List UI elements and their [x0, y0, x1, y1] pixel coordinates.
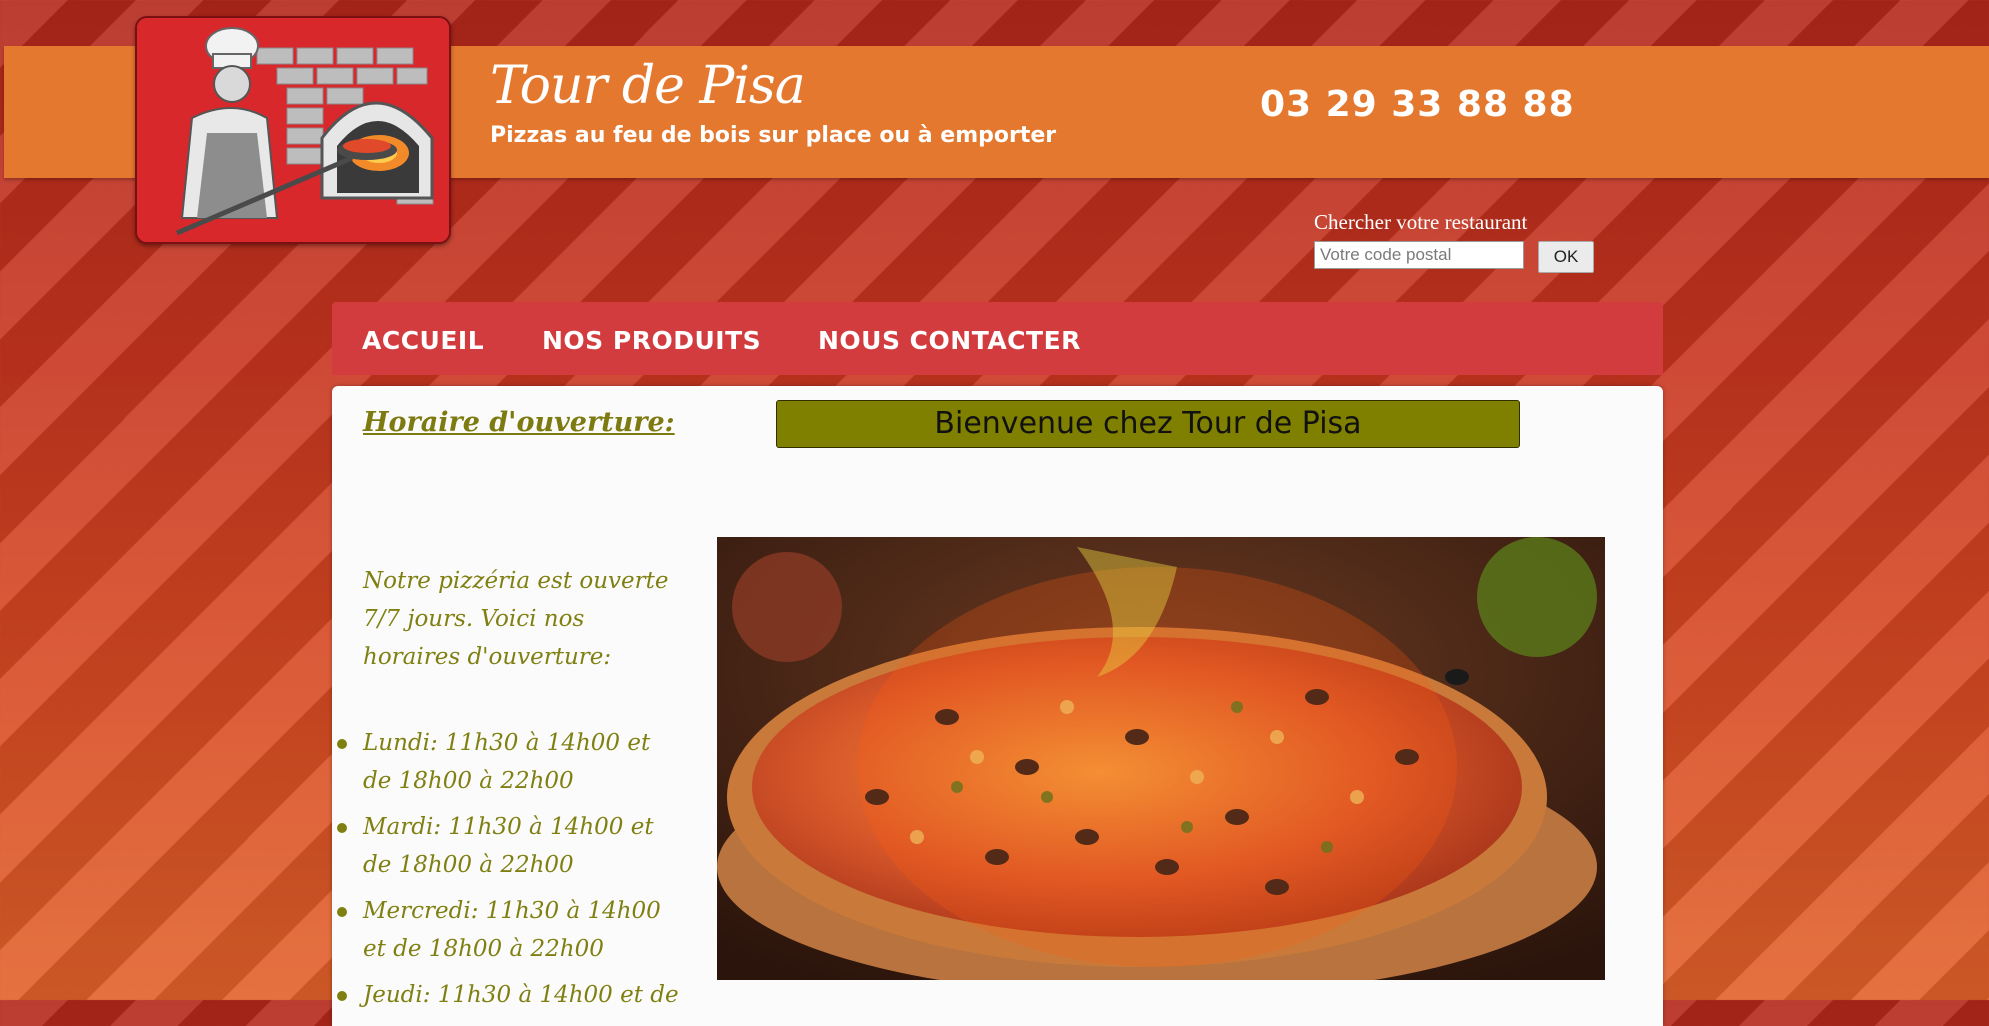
list-item: Mercredi: 11h30 à 14h00 et de 18h00 à 22… [337, 892, 683, 968]
chef-oven-icon [137, 18, 449, 242]
phone-number[interactable]: 03 29 33 88 88 [1260, 84, 1575, 125]
welcome-banner: Bienvenue chez Tour de Pisa [776, 400, 1520, 448]
pizza-image [717, 537, 1605, 980]
pizza-photo [717, 537, 1605, 980]
list-item: Mardi: 11h30 à 14h00 et de 18h00 à 22h00 [337, 808, 683, 884]
nav-item-nos-produits[interactable]: Nos produits [542, 326, 761, 355]
nav-item-nous-contacter[interactable]: Nous contacter [818, 326, 1081, 355]
site-title: Tour de Pisa [490, 56, 806, 116]
main-nav: Accueil Nos produits Nous contacter [332, 302, 1663, 375]
list-item: Jeudi: 11h30 à 14h00 et de [337, 976, 683, 1014]
opening-hours-list: Lundi: 11h30 à 14h00 et de 18h00 à 22h00… [337, 724, 683, 1022]
nav-item-accueil[interactable]: Accueil [362, 326, 484, 355]
list-item: Lundi: 11h30 à 14h00 et de 18h00 à 22h00 [337, 724, 683, 800]
opening-hours-title: Horaire d'ouverture: [363, 407, 675, 438]
postal-code-input[interactable] [1314, 241, 1524, 269]
site-tagline: Pizzas au feu de bois sur place ou à emp… [490, 123, 1057, 148]
pizza-chef-logo[interactable] [135, 16, 451, 244]
search-ok-button[interactable]: OK [1538, 241, 1594, 273]
opening-hours-intro: Notre pizzéria est ouverte 7/7 jours. Vo… [363, 568, 669, 670]
restaurant-search-label: Chercher votre restaurant [1314, 210, 1528, 234]
